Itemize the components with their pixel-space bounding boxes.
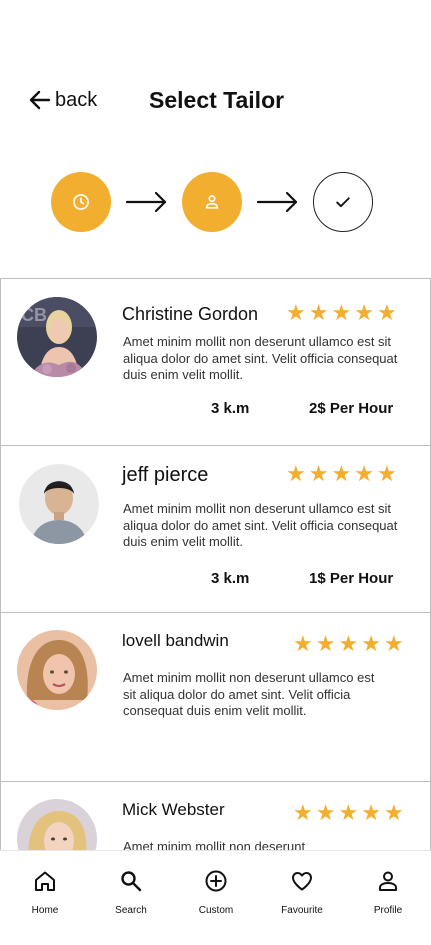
svg-text:CB: CB	[21, 305, 47, 325]
step-confirm[interactable]	[313, 172, 373, 232]
tailor-name: Mick Webster	[122, 800, 225, 819]
star-icon: ★	[315, 632, 336, 657]
nav-label: Search	[115, 905, 147, 916]
star-icon: ★	[354, 462, 374, 487]
bottom-navigation: Home Search Custom Favourite Profile	[0, 850, 431, 945]
plus-circle-icon	[205, 870, 227, 892]
star-icon: ★	[376, 301, 397, 326]
tailor-price: 1$ Per Hour	[309, 570, 394, 587]
back-label: back	[55, 88, 98, 111]
arrow-right-icon	[257, 191, 298, 213]
star-icon: ★	[361, 801, 381, 826]
star-icon: ★	[376, 462, 397, 487]
nav-label: Profile	[373, 905, 403, 916]
nav-label: Favourite	[281, 905, 323, 916]
header: back Select Tailor	[0, 82, 431, 122]
star-icon: ★	[331, 462, 352, 487]
star-icon: ★	[308, 301, 329, 326]
progress-stepper	[0, 172, 431, 232]
arrow-left-icon	[29, 90, 51, 110]
star-icon: ★	[331, 301, 352, 326]
tailor-distance: 3 k.m	[211, 400, 250, 417]
star-icon: ★	[338, 632, 359, 657]
star-icon: ★	[354, 301, 374, 326]
tailor-name: Christine Gordon	[122, 304, 259, 324]
nav-favourite[interactable]: Favourite	[262, 869, 342, 916]
star-rating: ★ ★ ★ ★ ★	[293, 634, 404, 656]
nav-label: Home	[31, 905, 59, 916]
star-icon: ★	[315, 801, 336, 826]
tailor-description: Amet minim mollit non deserunt ullamco e…	[123, 670, 375, 718]
tailor-card[interactable]: Mick Webster ★ ★ ★ ★ ★ Amet minim mollit non…	[0, 781, 431, 850]
nav-profile[interactable]: Profile	[348, 869, 428, 916]
avatar	[17, 799, 97, 850]
star-icon: ★	[361, 632, 381, 657]
nav-custom[interactable]: Custom	[176, 869, 256, 916]
star-rating: ★ ★ ★ ★ ★	[286, 303, 397, 325]
star-icon: ★	[293, 801, 313, 826]
tailor-list: CB Christine Gordon ★ ★ ★ ★ ★ Amet minim mol…	[0, 278, 431, 850]
profile-icon	[379, 871, 397, 891]
back-button[interactable]: back	[28, 88, 97, 112]
tailor-card[interactable]: CB Christine Gordon ★ ★ ★ ★ ★ Amet minim mol…	[0, 278, 431, 445]
nav-label: Custom	[198, 905, 234, 916]
tailor-description: Amet minim mollit non deserunt	[123, 839, 306, 850]
star-icon: ★	[308, 462, 329, 487]
avatar	[17, 630, 97, 710]
page-title: Select Tailor	[149, 87, 285, 113]
star-rating: ★ ★ ★ ★ ★	[286, 464, 397, 486]
star-icon: ★	[383, 632, 404, 657]
star-rating: ★ ★ ★ ★ ★	[293, 803, 404, 825]
tailor-distance: 3 k.m	[211, 570, 250, 587]
nav-search[interactable]: Search	[91, 869, 171, 916]
arrow-right-icon	[126, 191, 167, 213]
check-icon	[336, 197, 350, 208]
home-icon	[35, 871, 55, 891]
star-icon: ★	[293, 632, 313, 657]
tailor-description: Amet minim mollit non deserunt ullamco e…	[123, 334, 398, 382]
tailor-name: jeff pierce	[122, 464, 209, 486]
step-tailor[interactable]	[182, 172, 242, 232]
star-icon: ★	[286, 462, 306, 487]
avatar: CB	[17, 297, 97, 377]
step-time[interactable]	[51, 172, 111, 232]
clock-icon	[73, 194, 89, 210]
tailor-price: 2$ Per Hour	[309, 400, 394, 417]
tailor-card[interactable]: lovell bandwin ★ ★ ★ ★ ★ Amet minim mollit n…	[0, 612, 431, 781]
avatar	[19, 464, 99, 544]
nav-home[interactable]: Home	[5, 869, 85, 916]
tailor-description: Amet minim mollit non deserunt ullamco e…	[123, 501, 398, 549]
star-icon: ★	[286, 301, 306, 326]
tailor-card[interactable]: jeff pierce ★ ★ ★ ★ ★ Amet minim mollit non …	[0, 445, 431, 612]
star-icon: ★	[383, 801, 404, 826]
star-icon: ★	[338, 801, 359, 826]
heart-icon	[292, 872, 312, 891]
search-icon	[121, 871, 142, 892]
person-icon	[205, 195, 219, 209]
tailor-name: lovell bandwin	[122, 631, 229, 650]
